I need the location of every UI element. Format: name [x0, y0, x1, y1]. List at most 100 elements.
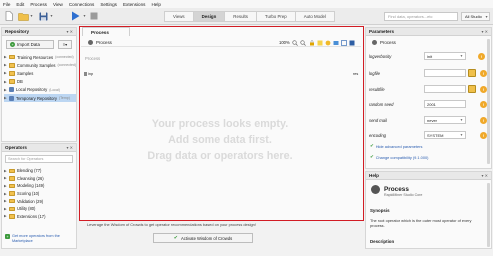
background-image-icon[interactable]	[333, 40, 339, 46]
note-icon[interactable]	[317, 40, 323, 46]
panel-controls-icon[interactable]: ▾ ✕	[482, 173, 488, 178]
expand-arrow-icon[interactable]: ▶	[4, 96, 7, 100]
operator-group-scoring[interactable]: ▶ Scoring (10)	[4, 190, 76, 198]
info-icon[interactable]: !	[480, 116, 487, 124]
expand-arrow-icon[interactable]: ▶	[4, 80, 7, 84]
send-mail-select[interactable]: never ▼	[424, 116, 466, 124]
marketplace-link-label: Get more operators from the Marketplace	[12, 234, 60, 243]
input-port[interactable]: inp	[84, 72, 93, 76]
synopsis-heading: Synopsis	[370, 208, 390, 213]
process-toolbar: Process 100%	[81, 37, 361, 47]
random-seed-input[interactable]: 2001	[424, 100, 466, 108]
operator-group-blending[interactable]: ▶ Blending (77)	[4, 167, 76, 175]
save-icon[interactable]	[38, 11, 48, 21]
tab-design[interactable]: Design	[192, 11, 226, 22]
auto-wire-icon[interactable]	[325, 40, 331, 46]
param-label: send mail	[369, 117, 387, 123]
operator-group-validation[interactable]: ▶ Validation (29)	[4, 197, 76, 205]
repo-item-local-repository[interactable]: ▶ Local Repository (Local)	[4, 86, 76, 94]
tab-process[interactable]: Process	[82, 27, 130, 36]
expand-arrow-icon[interactable]: ▶	[4, 169, 7, 173]
expand-arrow-icon[interactable]: ▶	[4, 214, 7, 218]
panel-controls-icon[interactable]: ▾ ✕	[67, 29, 73, 34]
expand-arrow-icon[interactable]: ▶	[4, 199, 7, 203]
encoding-select[interactable]: SYSTEM ▼	[424, 131, 466, 139]
menu-view[interactable]: View	[53, 2, 63, 7]
menu-edit[interactable]: Edit	[16, 2, 24, 7]
repo-item-db[interactable]: ▶ DB	[4, 78, 76, 86]
expand-arrow-icon[interactable]: ▶	[4, 55, 7, 59]
hide-advanced-link[interactable]: ✔ Hide advanced parameters	[370, 143, 422, 149]
resultfile-input[interactable]	[424, 85, 466, 93]
menu-connections[interactable]: Connections	[69, 2, 95, 7]
menu-process[interactable]: Process	[30, 2, 47, 7]
repo-item-temporary-repository[interactable]: ▶ Temporary Repository (Temp)	[4, 93, 76, 103]
file-chooser-icon[interactable]	[468, 69, 476, 77]
description-heading: Description	[370, 239, 395, 244]
open-dropdown-icon[interactable]: ▼	[29, 11, 34, 21]
zoom-out-icon[interactable]	[300, 40, 306, 46]
info-icon[interactable]: !	[480, 69, 487, 77]
repo-item-community-samples[interactable]: ▶ Community Samples (connected)	[4, 61, 76, 69]
repo-item-samples[interactable]: ▶ Samples	[4, 69, 76, 77]
empty-message-line-1: Your process looks empty.	[151, 118, 289, 130]
run-dropdown-icon[interactable]: ▼	[82, 11, 87, 21]
expand-arrow-icon[interactable]: ▶	[4, 207, 7, 211]
studio-filter-select[interactable]: All Studio ▼	[461, 12, 490, 21]
breadcrumb-process[interactable]: Process	[96, 40, 112, 45]
logfile-input[interactable]	[424, 69, 466, 77]
run-process-icon[interactable]	[70, 11, 81, 21]
import-data-button[interactable]: + Import Data	[6, 40, 54, 49]
new-process-icon[interactable]	[4, 11, 13, 21]
info-icon[interactable]: !	[480, 85, 487, 93]
expand-arrow-icon[interactable]: ▶	[4, 184, 7, 188]
operator-group-extensions[interactable]: ▶ Extensions (17)	[4, 213, 76, 221]
global-search-input[interactable]: Find data, operators...etc	[384, 12, 458, 21]
repo-item-training-resources[interactable]: ▶ Training Resources (connected)	[4, 53, 76, 61]
panel-controls-icon[interactable]: ▾ ✕	[482, 29, 488, 34]
help-scrollbar[interactable]	[487, 183, 490, 247]
folder-icon	[9, 71, 15, 76]
operator-group-cleansing[interactable]: ▶ Cleansing (26)	[4, 175, 76, 183]
activate-wisdom-button[interactable]: ✔ Activate Wisdom of Crowds	[153, 233, 253, 243]
panel-controls-icon[interactable]: ▾ ✕	[67, 145, 73, 150]
save-dropdown-icon[interactable]: ▼	[49, 11, 54, 21]
restore-icon[interactable]	[349, 40, 355, 46]
lock-icon[interactable]	[309, 40, 315, 46]
logverbosity-select[interactable]: init ▼	[424, 52, 466, 60]
marketplace-link[interactable]: + Get more operators from the Marketplac…	[5, 234, 75, 243]
arrange-icon[interactable]	[341, 40, 347, 46]
stop-process-icon[interactable]	[89, 11, 98, 21]
folder-icon	[9, 176, 15, 181]
zoom-in-icon[interactable]	[292, 40, 298, 46]
info-icon[interactable]: !	[480, 100, 487, 108]
change-compatibility-link[interactable]: ✔ Change compatibility (9.1.000)	[370, 154, 428, 160]
operator-group-utility[interactable]: ▶ Utility (80)	[4, 205, 76, 213]
expand-arrow-icon[interactable]: ▶	[4, 88, 7, 92]
tab-turbo-prep[interactable]: Turbo Prep	[255, 11, 296, 22]
menu-settings[interactable]: Settings	[100, 2, 117, 7]
tab-auto-model[interactable]: Auto Model	[294, 11, 335, 22]
operator-search-input[interactable]: Search for Operators	[5, 155, 73, 163]
parameters-header: Parameters ▾ ✕	[366, 28, 491, 36]
repo-item-note: (Local)	[49, 87, 60, 92]
file-chooser-icon[interactable]	[468, 85, 476, 93]
expand-arrow-icon[interactable]: ▶	[4, 192, 7, 196]
expand-arrow-icon[interactable]: ▶	[4, 176, 7, 180]
repository-menu-button[interactable]: ≡▾	[58, 40, 72, 49]
menu-help[interactable]: Help	[151, 2, 160, 7]
info-icon[interactable]: !	[478, 52, 485, 60]
menu-file[interactable]: File	[3, 2, 10, 7]
menu-bar: File Edit Process View Connections Setti…	[0, 0, 493, 8]
open-process-icon[interactable]	[17, 11, 29, 21]
info-icon[interactable]: !	[480, 131, 487, 139]
help-operator-name: Process	[384, 186, 409, 193]
expand-arrow-icon[interactable]: ▶	[4, 63, 7, 67]
menu-extensions[interactable]: Extensions	[123, 2, 145, 7]
expand-arrow-icon[interactable]: ▶	[4, 71, 7, 75]
empty-message-line-3: Drag data or operators here.	[147, 150, 293, 162]
tab-views[interactable]: Views	[164, 11, 194, 22]
tab-results[interactable]: Results	[224, 11, 257, 22]
operator-group-modeling[interactable]: ▶ Modeling (149)	[4, 182, 76, 190]
result-port[interactable]: res	[353, 72, 358, 76]
